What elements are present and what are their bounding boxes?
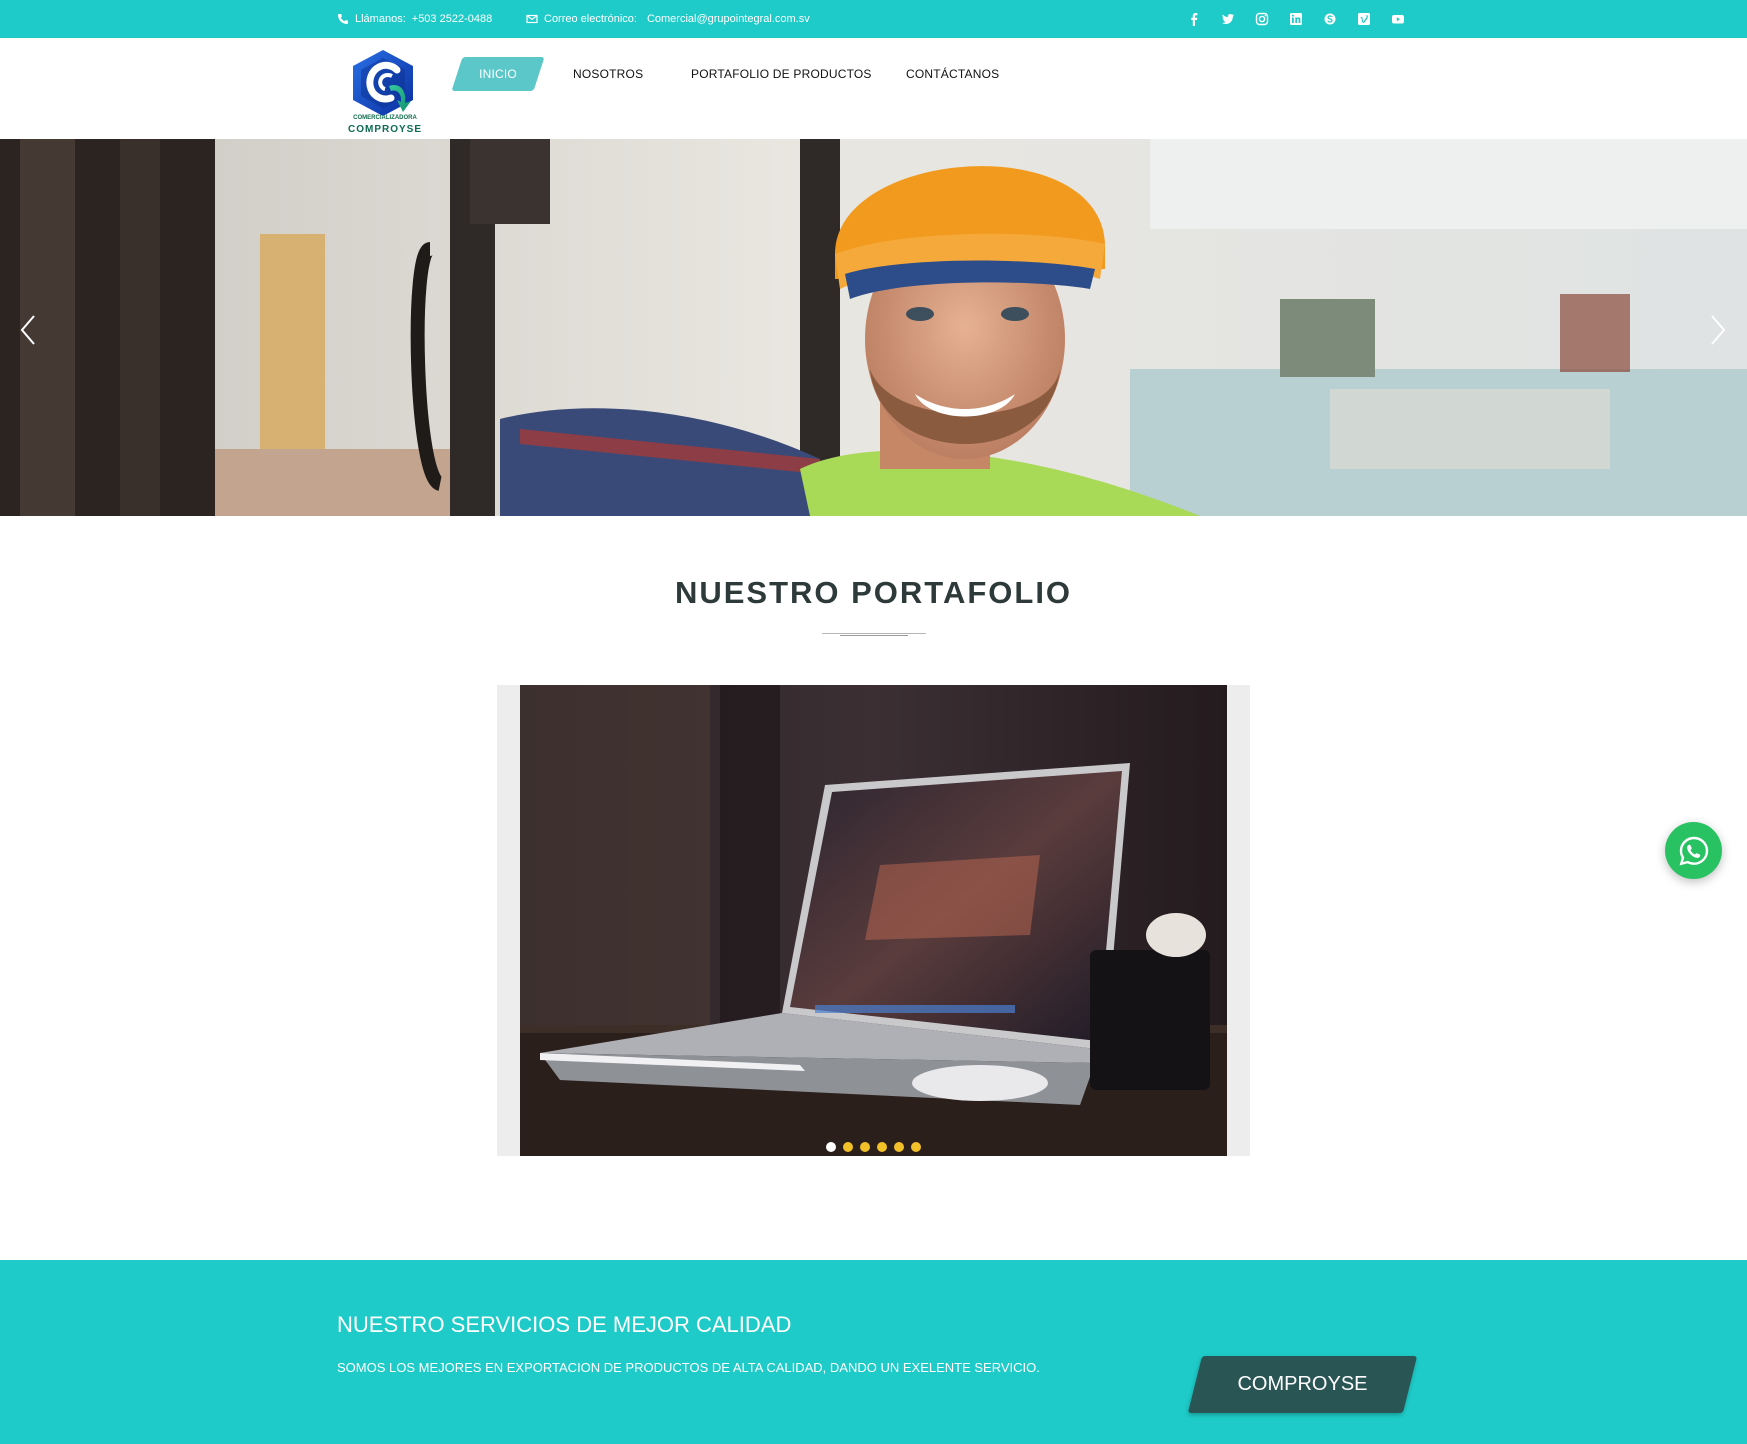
comproyse-button[interactable]: COMPROYSE [1195, 1356, 1410, 1413]
slider-dot[interactable] [894, 1142, 904, 1152]
logo-name: COMPROYSE [347, 124, 422, 135]
slider-dot[interactable] [911, 1142, 921, 1152]
nav-item-label: PORTAFOLIO DE PRODUCTOS [691, 67, 872, 81]
nav-item-label: NOSOTROS [573, 67, 644, 81]
section-title: NUESTRO PORTAFOLIO [674, 575, 1073, 610]
hero-slider [0, 139, 1747, 516]
email-address[interactable]: Comercial@grupointegral.com.sv [647, 13, 810, 25]
phone-icon [338, 14, 348, 24]
linkedin-icon[interactable] [1287, 10, 1305, 28]
hero-next-arrow[interactable] [1706, 313, 1730, 347]
vimeo-icon[interactable] [1355, 10, 1373, 28]
nav-item-contactanos[interactable]: CONTÁCTANOS [906, 57, 999, 91]
nav-item-nosotros[interactable]: NOSOTROS [573, 57, 643, 91]
envelope-icon [526, 14, 538, 24]
nav-item-portafolio[interactable]: PORTAFOLIO DE PRODUCTOS [691, 57, 872, 91]
cta-banner [0, 1260, 1747, 1444]
nav-item-label: INICIO [479, 67, 517, 81]
nav-item-label: CONTÁCTANOS [906, 67, 1000, 81]
laptop-image [520, 685, 1227, 1156]
portfolio-slide[interactable] [520, 685, 1227, 1156]
skype-icon[interactable] [1321, 10, 1339, 28]
hero-prev-arrow[interactable] [16, 313, 40, 347]
banner-title: NUESTRO SERVICIOS DE MEJOR CALIDAD [337, 1312, 792, 1337]
whatsapp-icon [1679, 836, 1708, 865]
banner-text: SOMOS LOS MEJORES EN EXPORTACION DE PROD… [337, 1360, 1040, 1375]
slider-dot[interactable] [843, 1142, 853, 1152]
top-bar: Llámanos: +503 2522-0488 Correo electrón… [0, 0, 1747, 38]
nav-item-inicio[interactable]: INICIO [457, 57, 539, 91]
twitter-icon[interactable] [1219, 10, 1237, 28]
phone-contact[interactable]: Llámanos: +503 2522-0488 [337, 0, 492, 38]
social-links [1185, 0, 1407, 38]
slider-dot[interactable] [877, 1142, 887, 1152]
youtube-icon[interactable] [1389, 10, 1407, 28]
phone-label: Llámanos: [355, 13, 406, 25]
phone-number[interactable]: +503 2522-0488 [412, 13, 492, 25]
title-divider [822, 633, 926, 636]
logo-subtitle: COMERCIALIZADORA [353, 115, 417, 121]
comproyse-logo[interactable] [345, 48, 425, 136]
slider-dot[interactable] [826, 1142, 836, 1152]
hero-image [0, 139, 1747, 516]
email-label: Correo electrónico: [544, 13, 637, 25]
button-label: COMPROYSE [1237, 1373, 1368, 1395]
facebook-icon[interactable] [1185, 10, 1203, 28]
whatsapp-button[interactable] [1665, 822, 1722, 879]
main-header [0, 38, 1747, 139]
instagram-icon[interactable] [1253, 10, 1271, 28]
email-contact[interactable]: Correo electrónico: Comercial@grupointeg… [526, 0, 810, 38]
slider-dot[interactable] [860, 1142, 870, 1152]
portfolio-dots [826, 1142, 921, 1152]
